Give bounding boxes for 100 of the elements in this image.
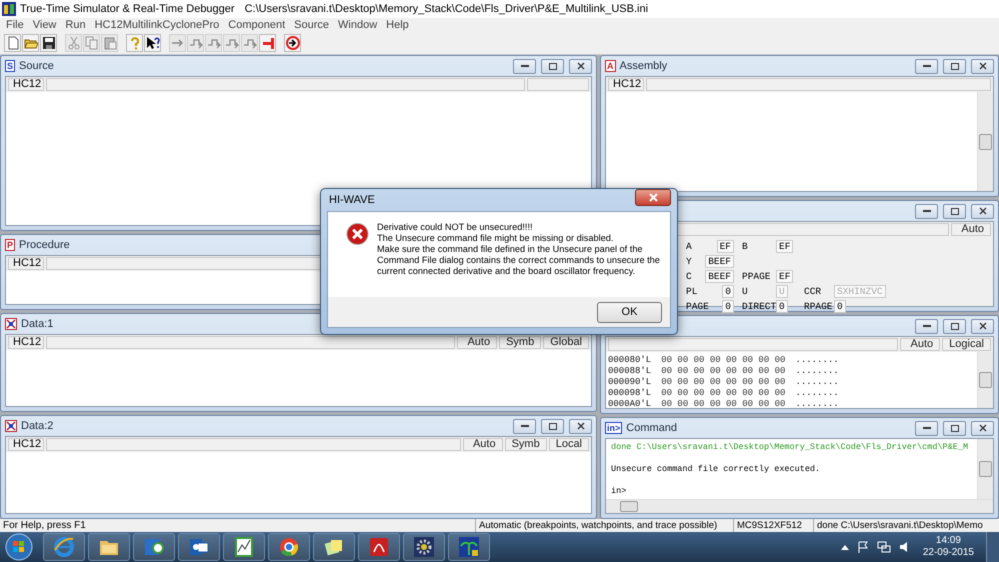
vertical-scrollbar[interactable] [977,352,993,408]
register-value[interactable]: 0 [722,300,734,313]
register-value[interactable]: BEEF [705,270,734,283]
minimize-icon [520,424,528,428]
close-icon [978,322,986,330]
register-label: PAGE [686,301,709,312]
restore-icon [548,62,556,70]
register-value[interactable]: 0 [722,285,734,298]
window-icon: S [5,60,16,72]
network-icon[interactable] [876,541,891,553]
folder-app-button[interactable] [88,533,130,561]
register-label: Y [686,256,692,267]
ok-button[interactable]: OK [597,302,662,322]
vertical-scrollbar[interactable] [977,92,993,191]
register-value[interactable]: EF [776,240,794,253]
register-value[interactable]: EF [716,240,734,253]
browser-round-app-button[interactable] [268,533,310,561]
new-button[interactable] [4,34,21,52]
register-label: B [742,241,749,252]
menu-item[interactable]: Run [63,19,93,32]
restore-button[interactable] [541,418,564,434]
minimize-button[interactable] [915,58,938,74]
register-label: A [686,241,692,252]
mode-button[interactable]: Auto [462,438,503,451]
window-icon: in> [605,422,622,434]
window-title: True-Time Simulator & Real-Time Debugger [20,2,235,15]
mode-button[interactable]: Auto [951,223,991,236]
chart-app-button[interactable] [223,533,265,561]
copy-icon [84,36,98,50]
flag-icon[interactable] [856,541,869,553]
restore-button[interactable] [943,420,966,436]
data-window-icon [5,318,17,330]
restore-icon [950,208,958,214]
context-help-button[interactable] [144,34,161,52]
minimize-icon [922,324,930,328]
start-button[interactable] [4,532,34,562]
restore-button[interactable] [943,318,966,334]
register-value[interactable]: BEEF [705,255,734,268]
pdf-app-button[interactable] [358,533,400,561]
data-window-icon [5,420,17,432]
memory-ascii: ........ [795,388,839,399]
browser-e-app-button[interactable] [43,533,85,561]
close-button[interactable] [635,189,671,206]
mode-button[interactable]: Logical [942,338,991,351]
menu-item[interactable]: Help [384,19,416,32]
minimize-button[interactable] [915,204,938,218]
console-line: in> [611,486,628,497]
mode-button[interactable]: Local [548,438,589,451]
close-button[interactable] [971,204,994,218]
open-button[interactable] [22,34,39,52]
memory-address: 000088'L [608,366,652,377]
minimize-button[interactable] [513,58,536,74]
menu-item[interactable]: View [30,19,64,32]
restore-button[interactable] [943,58,966,74]
menu-item[interactable]: Component [226,19,292,32]
halt-button[interactable] [259,34,276,52]
chat-app-button[interactable] [133,533,175,561]
palm-app-button[interactable] [448,533,490,561]
menu-item[interactable]: File [4,19,31,32]
save-icon [42,36,56,50]
register-value[interactable]: 0 [776,300,788,313]
gear-app-button[interactable] [403,533,445,561]
notes-app-button[interactable] [313,533,355,561]
restore-button[interactable] [943,204,966,218]
register-label: PPAGE [742,271,772,282]
window-icon: A [605,60,616,72]
close-button[interactable] [569,58,592,74]
close-button[interactable] [971,58,994,74]
horizontal-scrollbar[interactable] [606,499,993,513]
reset-icon [286,36,300,50]
restore-button[interactable] [541,58,564,74]
minimize-button[interactable] [915,318,938,334]
close-button[interactable] [971,420,994,436]
menu-item[interactable]: HC12MultilinkCyclonePro [92,19,226,32]
reset-button[interactable] [284,34,301,52]
memory-bytes: 00 00 00 00 00 00 00 00 [661,366,786,377]
browser-round-icon [278,536,300,558]
close-button[interactable] [569,418,592,434]
cpu-field: HC12 [8,438,44,451]
register-value[interactable]: EF [776,270,794,283]
mode-button[interactable]: Symb [499,336,542,349]
show-hidden-icons-icon[interactable] [840,544,849,550]
save-button[interactable] [40,34,57,52]
mode-button[interactable]: Symb [504,438,547,451]
minimize-button[interactable] [513,418,536,434]
clock-time[interactable]: 14:09 [936,535,961,547]
menu-item[interactable]: Source [292,19,336,32]
clock-date[interactable]: 22-09-2015 [922,547,974,559]
mode-button[interactable]: Global [543,336,589,349]
close-button[interactable] [971,318,994,334]
vertical-scrollbar[interactable] [977,439,993,499]
menu-item[interactable]: Window [336,19,384,32]
memory-bytes: 00 00 00 00 00 00 00 00 [661,355,786,366]
mail-app-button[interactable] [178,533,220,561]
minimize-button[interactable] [915,420,938,436]
register-label: U [742,286,749,297]
debugger-logo-icon [2,2,16,16]
mode-button[interactable]: Auto [457,336,498,349]
mode-button[interactable]: Auto [900,338,940,351]
register-value[interactable]: 0 [834,300,846,313]
